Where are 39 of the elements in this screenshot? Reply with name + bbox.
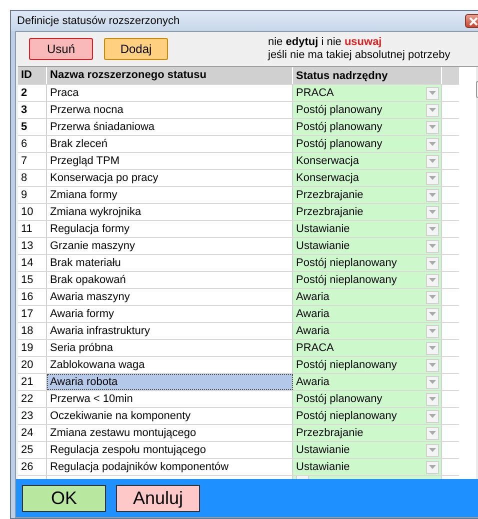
toolbar-button[interactable]: Usuń bbox=[29, 38, 93, 60]
status-dropdown[interactable]: Ustawianie bbox=[293, 238, 442, 254]
status-dropdown[interactable]: Awaria bbox=[293, 289, 442, 305]
status-dropdown[interactable]: PRACA bbox=[293, 340, 442, 356]
toolbar-button[interactable]: Dodaj bbox=[104, 38, 168, 60]
id-cell: 3 bbox=[18, 102, 47, 118]
warning-text: nie edytuj i nie usuwaj bbox=[268, 36, 383, 49]
column-header[interactable]: Status nadrzędny bbox=[293, 67, 442, 84]
status-dropdown[interactable]: Awaria bbox=[293, 323, 442, 339]
status-dropdown[interactable]: Ustawianie bbox=[293, 442, 442, 458]
status-dropdown[interactable]: Konserwacja bbox=[293, 153, 442, 169]
close-button[interactable] bbox=[465, 14, 478, 28]
status-dropdown[interactable]: Postój planowany bbox=[293, 102, 442, 118]
id-cell: 2 bbox=[18, 85, 47, 101]
status-dropdown[interactable]: Postój nieplanowany bbox=[293, 255, 442, 271]
window-title: Definicje statusów rozszerzonych bbox=[17, 15, 180, 27]
dialog-button[interactable]: OK bbox=[22, 484, 106, 512]
status-dropdown[interactable]: Ustawianie bbox=[293, 459, 442, 475]
status-dropdown[interactable]: Awaria bbox=[293, 306, 442, 322]
status-dropdown[interactable]: Postój nieplanowany bbox=[293, 357, 442, 373]
status-dropdown[interactable]: Przezbrajanie bbox=[293, 204, 442, 220]
status-dropdown[interactable]: Postój planowany bbox=[293, 119, 442, 135]
status-dropdown[interactable]: Przezbrajanie bbox=[293, 425, 442, 441]
column-header[interactable]: Nazwa rozszerzonego statusu bbox=[47, 67, 293, 84]
status-dropdown[interactable]: Konserwacja bbox=[293, 170, 442, 186]
status-dropdown[interactable]: Przezbrajanie bbox=[293, 187, 442, 203]
status-dropdown[interactable]: Postój nieplanowany bbox=[293, 272, 442, 288]
warning-text: jeśli nie ma takiej absolutnej potrzeby bbox=[268, 49, 450, 62]
status-dropdown[interactable]: Postój nieplanowany bbox=[293, 408, 442, 424]
id-cell: 5 bbox=[18, 119, 47, 135]
status-dropdown[interactable]: PRACA bbox=[293, 85, 442, 101]
column-header[interactable]: ID bbox=[18, 67, 47, 84]
close-icon bbox=[468, 16, 478, 26]
dialog-button[interactable]: Anuluj bbox=[116, 484, 200, 512]
status-dropdown[interactable]: Postój planowany bbox=[293, 391, 442, 407]
status-dropdown[interactable]: Awaria bbox=[293, 374, 442, 390]
status-dropdown[interactable]: Ustawianie bbox=[293, 221, 442, 237]
status-dropdown[interactable]: Postój planowany bbox=[293, 136, 442, 152]
name-cell[interactable]: Awaria robota bbox=[47, 374, 293, 390]
